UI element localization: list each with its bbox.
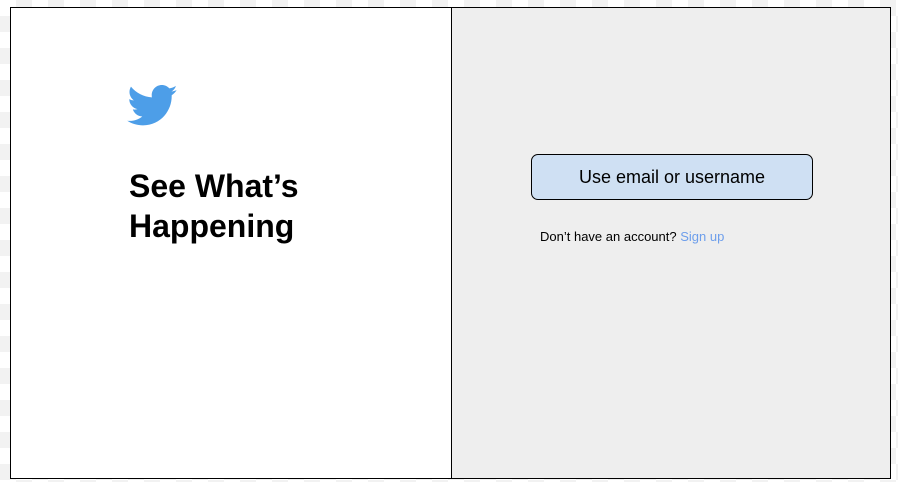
use-email-button[interactable]: Use email or username <box>531 154 813 200</box>
sign-up-link[interactable]: Sign up <box>680 229 724 244</box>
signup-prompt: Don’t have an account? <box>540 229 677 244</box>
login-panel: Use email or username Don’t have an acco… <box>452 8 890 478</box>
login-frame: See What’s Happening Use email or userna… <box>10 7 891 479</box>
twitter-bird-icon <box>127 85 179 127</box>
hero-panel: See What’s Happening <box>11 8 452 478</box>
page-title: See What’s Happening <box>129 168 299 244</box>
signup-row: Don’t have an account? Sign up <box>540 229 724 244</box>
